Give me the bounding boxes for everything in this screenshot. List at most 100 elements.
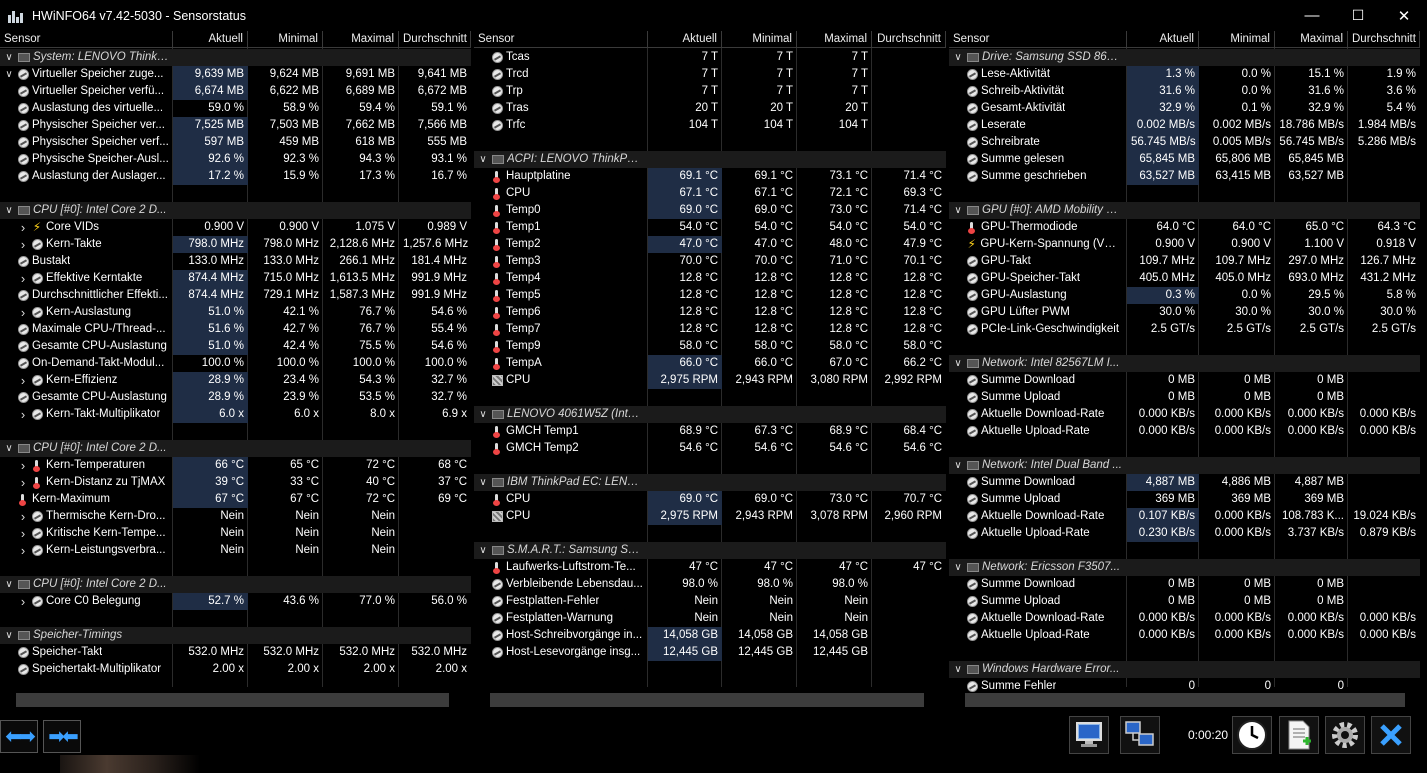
sensor-row[interactable]: › Kern-Auslastung 51.0 % 42.1 % 76.7 % 54.6 % — [0, 304, 471, 321]
horizontal-scrollbar[interactable] — [965, 693, 1405, 707]
sensor-row[interactable]: Summe Download 4,887 MB 4,886 MB 4,887 MB — [949, 474, 1427, 491]
sensor-row[interactable]: Temp5 12.8 °C 12.8 °C 12.8 °C 12.8 °C — [474, 287, 946, 304]
column-header-min[interactable]: Minimal — [1199, 31, 1275, 48]
sensor-row[interactable]: Trcd 7 T 7 T 7 T — [474, 66, 946, 83]
column-header-max[interactable]: Maximal — [1275, 31, 1348, 48]
sensor-group-row[interactable]: ∨ LENOVO 4061W5Z (Intel... — [474, 406, 946, 423]
sensor-row[interactable]: GPU-Speicher-Takt 405.0 MHz 405.0 MHz 693.0… — [949, 270, 1427, 287]
sensor-row[interactable]: Temp1 54.0 °C 54.0 °C 54.0 °C 54.0 °C — [474, 219, 946, 236]
sensor-row[interactable]: Schreibrate 56.745 MB/s 0.005 MB/s 56.745 M… — [949, 134, 1427, 151]
column-header-current[interactable]: Aktuell — [1127, 31, 1199, 48]
sensor-group-row[interactable]: ∨ Speicher-Timings — [0, 627, 471, 644]
sensor-row[interactable]: Host-Lesevorgänge insg... 12,445 GB 12,445… — [474, 644, 946, 661]
expand-chevron-icon[interactable]: › — [16, 457, 30, 474]
sensor-row[interactable]: GPU-Takt 109.7 MHz 109.7 MHz 297.0 MHz 126.7… — [949, 253, 1427, 270]
collapse-chevron-icon[interactable]: ∨ — [2, 202, 16, 219]
sensor-row[interactable]: Summe geschrieben 63,527 MB 63,415 MB 63,52… — [949, 168, 1427, 185]
column-header-avg[interactable]: Durchschnitt — [399, 31, 471, 48]
sensor-row[interactable]: ∨ Virtueller Speicher zuge... 9,639 MB 9,62… — [0, 66, 471, 83]
sensor-row[interactable]: Summe Upload 0 MB 0 MB 0 MB — [949, 593, 1427, 610]
expand-chevron-icon[interactable]: › — [16, 270, 30, 287]
column-header-sensor[interactable]: Sensor — [949, 31, 1127, 48]
collapse-chevron-icon[interactable]: ∨ — [951, 202, 965, 219]
sensor-row[interactable]: Summe Upload 369 MB 369 MB 369 MB — [949, 491, 1427, 508]
sensor-row[interactable]: Hauptplatine 69.1 °C 69.1 °C 73.1 °C 71.4 °C — [474, 168, 946, 185]
sensor-row[interactable]: › Effektive Kerntakte 874.4 MHz 715.0 MHz 1,… — [0, 270, 471, 287]
sensor-row[interactable]: Temp9 58.0 °C 58.0 °C 58.0 °C 58.0 °C — [474, 338, 946, 355]
sensor-row[interactable]: Laufwerks-Luftstrom-Te... 47 °C 47 °C 47 °C… — [474, 559, 946, 576]
sensor-row[interactable]: › Thermische Kern-Dro... Nein Nein Nein — [0, 508, 471, 525]
sensor-row[interactable]: Durchschnittlicher Effekti... 874.4 MHz 72… — [0, 287, 471, 304]
sensor-row[interactable]: › ⚡ Core VIDs 0.900 V 0.900 V 1.075 V 0.989 V — [0, 219, 471, 236]
column-header-min[interactable]: Minimal — [722, 31, 797, 48]
sensor-row[interactable]: CPU 67.1 °C 67.1 °C 72.1 °C 69.3 °C — [474, 185, 946, 202]
sensor-row[interactable]: Aktuelle Upload-Rate 0.230 KB/s 0.000 KB/s… — [949, 525, 1427, 542]
sensor-row[interactable]: › Kern-Takte 798.0 MHz 798.0 MHz 2,128.6 MHz… — [0, 236, 471, 253]
collapse-chevron-icon[interactable]: ∨ — [951, 559, 965, 576]
collapse-chevron-icon[interactable]: ∨ — [951, 661, 965, 678]
sensor-row[interactable]: Summe Upload 0 MB 0 MB 0 MB — [949, 389, 1427, 406]
sensor-row[interactable]: Maximale CPU-/Thread-... 51.6 % 42.7 % 76.7… — [0, 321, 471, 338]
sensor-row[interactable]: Kern-Maximum 67 °C 67 °C 72 °C 69 °C — [0, 491, 471, 508]
column-header-sensor[interactable]: Sensor — [0, 31, 173, 48]
sensor-row[interactable]: GPU-Auslastung 0.3 % 0.0 % 29.5 % 5.8 % — [949, 287, 1427, 304]
report-network-button[interactable] — [1120, 716, 1160, 754]
sensor-group-row[interactable]: ∨ CPU [#0]: Intel Core 2 D... — [0, 440, 471, 457]
sensor-group-row[interactable]: ∨ GPU [#0]: AMD Mobility R... — [949, 202, 1427, 219]
collapse-chevron-icon[interactable]: ∨ — [951, 355, 965, 372]
close-window-button[interactable]: ✕ — [1381, 0, 1427, 31]
collapse-chevron-icon[interactable]: ∨ — [2, 49, 16, 66]
sensor-row[interactable]: Temp3 70.0 °C 70.0 °C 71.0 °C 70.1 °C — [474, 253, 946, 270]
sensor-row[interactable]: Tras 20 T 20 T 20 T — [474, 100, 946, 117]
sensor-row[interactable]: CPU 2,975 RPM 2,943 RPM 3,078 RPM 2,960 RPM — [474, 508, 946, 525]
sensor-row[interactable]: Host-Schreibvorgänge in... 14,058 GB 14,05… — [474, 627, 946, 644]
sensor-row[interactable]: Temp2 47.0 °C 47.0 °C 48.0 °C 47.9 °C — [474, 236, 946, 253]
sensor-panel-left[interactable]: Sensor Aktuell Minimal Maximal Durchschnitt ∨… — [0, 31, 471, 711]
sensor-group-row[interactable]: ∨ Network: Intel Dual Band ... — [949, 457, 1427, 474]
column-header-max[interactable]: Maximal — [797, 31, 872, 48]
expand-chevron-icon[interactable]: › — [16, 525, 30, 542]
clock-button[interactable] — [1232, 716, 1272, 754]
sensor-row[interactable]: PCIe-Link-Geschwindigkeit 2.5 GT/s 2.5 GT/… — [949, 321, 1427, 338]
sensor-panel-right[interactable]: Sensor Aktuell Minimal Maximal Durchschnitt ∨… — [949, 31, 1427, 711]
add-report-button[interactable] — [1279, 716, 1319, 754]
horizontal-scrollbar[interactable] — [16, 693, 449, 707]
sensor-row[interactable]: GMCH Temp1 68.9 °C 67.3 °C 68.9 °C 68.4 °C — [474, 423, 946, 440]
sensor-row[interactable]: › Kern-Distanz zu TjMAX 39 °C 33 °C 40 °C 37 … — [0, 474, 471, 491]
sensor-row[interactable]: › Core C0 Belegung 52.7 % 43.6 % 77.0 % 56.0 … — [0, 593, 471, 610]
sensor-row[interactable]: Gesamt-Aktivität 32.9 % 0.1 % 32.9 % 5.4 % — [949, 100, 1427, 117]
column-header-max[interactable]: Maximal — [323, 31, 399, 48]
sensor-row[interactable]: ⚡ GPU-Kern-Spannung (VDDC) 0.900 V 0.900 V 1… — [949, 236, 1427, 253]
settings-button[interactable] — [1325, 716, 1365, 754]
sensor-row[interactable]: GPU-Thermodiode 64.0 °C 64.0 °C 65.0 °C 64.3… — [949, 219, 1427, 236]
sensor-group-row[interactable]: ∨ Network: Ericsson F3507... — [949, 559, 1427, 576]
sensor-row[interactable]: Trfc 104 T 104 T 104 T — [474, 117, 946, 134]
sensor-group-row[interactable]: ∨ S.M.A.R.T.: Samsung SS... — [474, 542, 946, 559]
sensor-row[interactable]: Physischer Speicher verf... 597 MB 459 MB 6… — [0, 134, 471, 151]
sensor-row[interactable]: Summe Download 0 MB 0 MB 0 MB — [949, 576, 1427, 593]
collapse-chevron-icon[interactable]: ∨ — [951, 457, 965, 474]
sensor-row[interactable]: CPU 69.0 °C 69.0 °C 73.0 °C 70.7 °C — [474, 491, 946, 508]
sensor-row[interactable]: Auslastung des virtuelle... 59.0 % 58.9 % 5… — [0, 100, 471, 117]
sensor-row[interactable]: Tcas 7 T 7 T 7 T — [474, 49, 946, 66]
collapse-chevron-icon[interactable]: ∨ — [476, 542, 490, 559]
sensor-row[interactable]: Temp6 12.8 °C 12.8 °C 12.8 °C 12.8 °C — [474, 304, 946, 321]
maximize-button[interactable]: ☐ — [1335, 0, 1381, 31]
sensor-group-row[interactable]: ∨ Drive: Samsung SSD 860 ... — [949, 49, 1427, 66]
sensor-group-row[interactable]: ∨ IBM ThinkPad EC: LENOV... — [474, 474, 946, 491]
expand-chevron-icon[interactable]: › — [16, 593, 30, 610]
sensor-row[interactable]: › Kritische Kern-Tempe... Nein Nein Nein — [0, 525, 471, 542]
sensor-row[interactable]: Aktuelle Download-Rate 0.000 KB/s 0.000 KB… — [949, 610, 1427, 627]
sensor-row[interactable]: Physischer Speicher ver... 7,525 MB 7,503 … — [0, 117, 471, 134]
collapse-chevron-icon[interactable]: ∨ — [2, 627, 16, 644]
sensor-row[interactable]: GMCH Temp2 54.6 °C 54.6 °C 54.6 °C 54.6 °C — [474, 440, 946, 457]
expand-chevron-icon[interactable]: › — [16, 508, 30, 525]
expand-chevron-icon[interactable]: › — [16, 372, 30, 389]
sensor-row[interactable]: Lese-Aktivität 1.3 % 0.0 % 15.1 % 1.9 % — [949, 66, 1427, 83]
sensor-row[interactable]: Festplatten-Warnung Nein Nein Nein — [474, 610, 946, 627]
sensor-row[interactable]: On-Demand-Takt-Modul... 100.0 % 100.0 % 100… — [0, 355, 471, 372]
sensor-row[interactable]: Virtueller Speicher verfü... 6,674 MB 6,62… — [0, 83, 471, 100]
sensor-row[interactable]: › Kern-Effizienz 28.9 % 23.4 % 54.3 % 32.7 % — [0, 372, 471, 389]
sensor-row[interactable]: Gesamte CPU-Auslastung 28.9 % 23.9 % 53.5 %… — [0, 389, 471, 406]
nav-collapse-button[interactable]: ➡⬅ — [43, 720, 81, 753]
